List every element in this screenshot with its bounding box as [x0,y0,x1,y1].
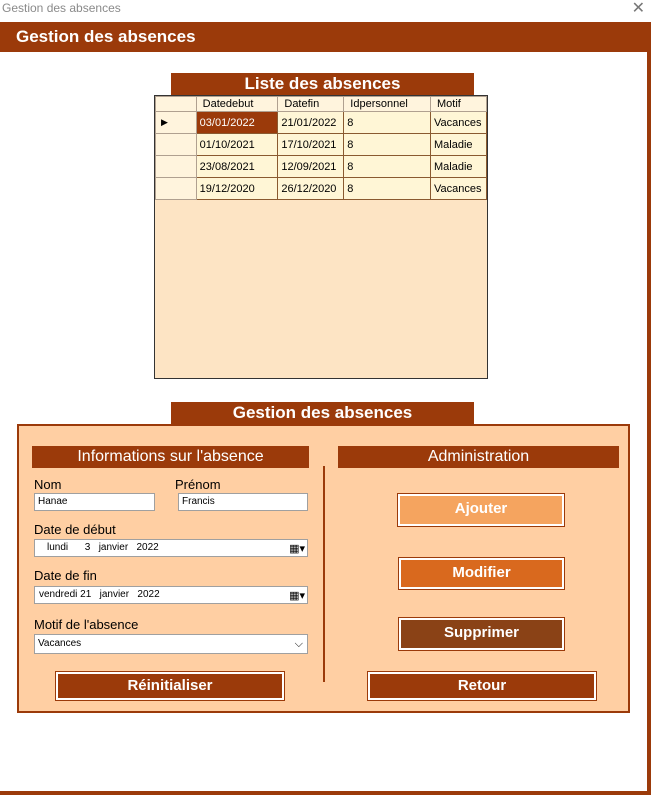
page-title: Gestion des absences [0,22,647,52]
table-row[interactable]: 19/12/2020 26/12/2020 8 Vacances [155,177,487,200]
nom-field[interactable]: Hanae [34,493,155,511]
table-cell[interactable]: Maladie [430,133,487,156]
absences-table: Datedebut Datefin Idpersonnel Motif ▶ 03… [155,96,487,200]
chevron-down-icon: ⌵ [294,638,303,650]
table-cell[interactable]: 21/01/2022 [277,111,345,134]
debut-date-picker[interactable]: lundi 3 janvier 2022 ▦▾ [34,539,308,557]
fin-date-value: vendredi 21 janvier 2022 [39,589,160,600]
column-header-datefin[interactable]: Datefin [277,96,345,112]
window-title: Gestion des absences [2,1,121,15]
table-cell[interactable]: Maladie [430,155,487,178]
table-cell[interactable]: 19/12/2020 [195,177,279,200]
ajouter-button[interactable]: Ajouter [398,494,564,526]
row-header-corner [155,96,197,112]
debut-date-value: lundi 3 janvier 2022 [47,542,159,553]
retour-button[interactable]: Retour [368,672,596,700]
table-cell[interactable]: 03/01/2022 [195,111,279,134]
list-title: Liste des absences [171,73,474,95]
table-cell[interactable]: 01/10/2021 [195,133,279,156]
fin-label: Date de fin [34,568,97,583]
calendar-dropdown-icon[interactable]: ▦▾ [289,588,305,604]
table-row[interactable]: ▶ 03/01/2022 21/01/2022 8 Vacances [155,111,487,134]
table-cell[interactable]: 8 [343,155,432,178]
motif-select[interactable]: Vacances ⌵ [34,634,308,654]
table-cell[interactable]: Vacances [430,111,487,134]
row-header[interactable] [155,133,197,156]
table-cell[interactable]: Vacances [430,177,487,200]
absences-grid[interactable]: Datedebut Datefin Idpersonnel Motif ▶ 03… [154,95,488,379]
form-title: Gestion des absences [171,402,474,424]
section-divider [323,466,325,682]
close-icon[interactable]: ✕ [632,0,645,18]
row-header[interactable] [155,155,197,178]
table-cell[interactable]: 26/12/2020 [277,177,345,200]
prenom-label: Prénom [175,477,221,492]
column-header-idpersonnel[interactable]: Idpersonnel [343,96,432,112]
debut-label: Date de début [34,522,116,537]
table-cell[interactable]: 17/10/2021 [277,133,345,156]
table-cell[interactable]: 8 [343,133,432,156]
row-header[interactable] [155,177,197,200]
absence-form-panel: Informations sur l'absence Administratio… [17,424,630,713]
reset-button[interactable]: Réinitialiser [56,672,284,700]
nom-label: Nom [34,477,62,492]
current-row-arrow-icon: ▶ [155,111,197,134]
prenom-field[interactable]: Francis [178,493,308,511]
table-header-row: Datedebut Datefin Idpersonnel Motif [155,96,487,112]
motif-label: Motif de l'absence [34,617,139,632]
motif-selected-value: Vacances [38,638,82,649]
window-titlebar: Gestion des absences ✕ [0,0,651,18]
info-section-title: Informations sur l'absence [32,446,309,468]
table-row[interactable]: 23/08/2021 12/09/2021 8 Maladie [155,155,487,178]
calendar-dropdown-icon[interactable]: ▦▾ [289,541,305,557]
table-row[interactable]: 01/10/2021 17/10/2021 8 Maladie [155,133,487,156]
table-cell[interactable]: 8 [343,177,432,200]
fin-date-picker[interactable]: vendredi 21 janvier 2022 ▦▾ [34,586,308,604]
table-cell[interactable]: 23/08/2021 [195,155,279,178]
table-cell[interactable]: 8 [343,111,432,134]
table-cell[interactable]: 12/09/2021 [277,155,345,178]
supprimer-button[interactable]: Supprimer [399,618,564,650]
modifier-button[interactable]: Modifier [399,558,564,589]
column-header-datedebut[interactable]: Datedebut [195,96,279,112]
column-header-motif[interactable]: Motif [430,96,487,112]
admin-section-title: Administration [338,446,619,468]
